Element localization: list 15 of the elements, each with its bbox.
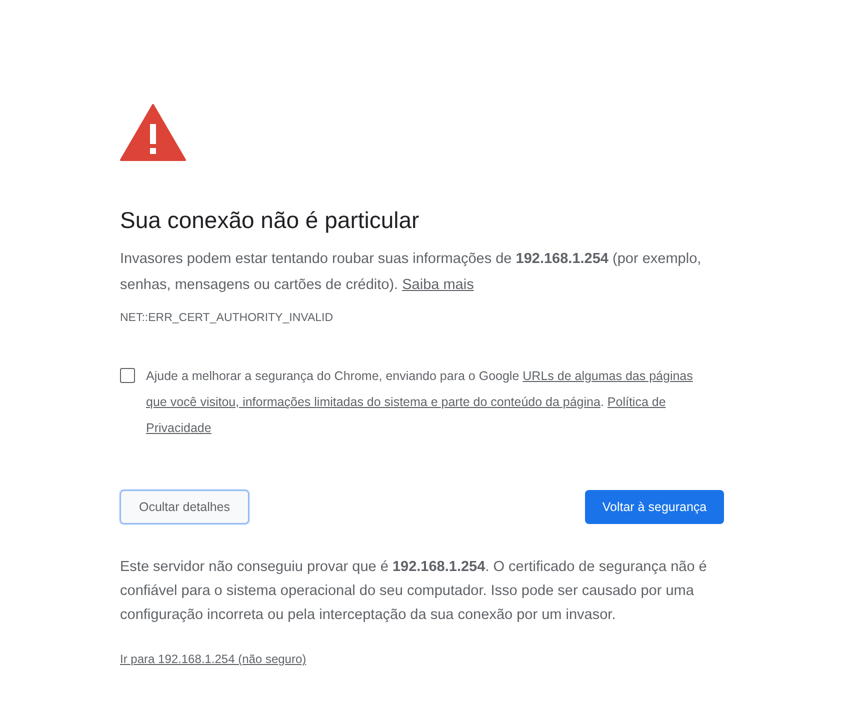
details-message: Este servidor não conseguiu provar que é 192.168.1.254. O certificado de segurança não é confiável para o sistema operacional do seu computador. Isso pode ser causado por uma configuração incorreta ou pela interceptação da sua conexão por um invasor. [120, 558, 708, 625]
proceed-link[interactable]: Ir para 192.168.1.254 (não seguro) [120, 652, 306, 666]
back-to-safety-button[interactable]: Voltar à segurança [585, 490, 724, 524]
privacy-link[interactable]: Privacidade [146, 421, 212, 435]
warning-icon [120, 104, 186, 161]
privacy-link[interactable]: que você visitou, informações limitadas do sistema e parte do conteúdo da página [146, 395, 600, 409]
learn-more-link[interactable]: Saiba mais [402, 277, 474, 293]
page-heading: Sua conexão não é particular [120, 206, 420, 235]
warning-message: Invasores podem estar tentando roubar suas informações de 192.168.1.254 (por exemplo, senhas, mensagens ou cartões de crédito). Saiba mais [120, 250, 702, 295]
error-code: NET::ERR_CERT_AUTHORITY_INVALID [120, 311, 334, 326]
privacy-link[interactable]: Política de [607, 395, 666, 409]
privacy-link[interactable]: URLs de algumas das páginas [522, 369, 693, 383]
opt-in-text: Ajude a melhorar a segurança do Chrome, enviando para o Google URLs de algumas das páginas que você visitou, informações limitadas do sistema e parte do conteúdo da página. Política de Privacidade [146, 368, 694, 437]
hide-details-button[interactable]: Ocultar detalhes [120, 490, 249, 524]
checkbox[interactable] [120, 368, 135, 383]
